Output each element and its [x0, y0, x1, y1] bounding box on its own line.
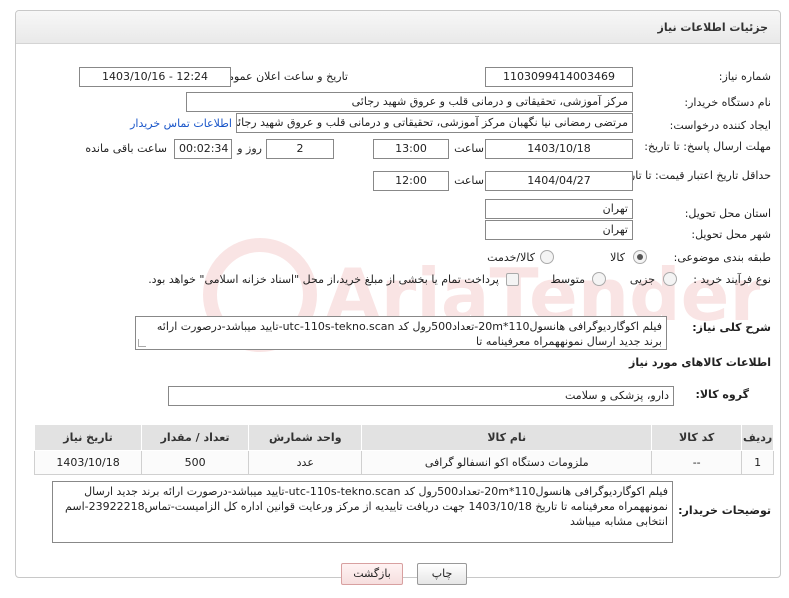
delivery-province-label: استان محل تحویل: — [684, 207, 771, 220]
buyer-notes-textarea[interactable]: فیلم اکوگاردیوگرافی هانسول110*20m-تعداد5… — [52, 481, 673, 543]
back-button[interactable]: بازگشت — [341, 563, 403, 585]
print-button[interactable]: چاپ — [417, 563, 467, 585]
price-validity-date-field: 1404/04/27 — [485, 171, 633, 191]
reply-days-field: 2 — [266, 139, 334, 159]
purchase-process-label: نوع فرآیند خرید : — [693, 273, 771, 286]
row-quantity: 500 — [141, 450, 250, 475]
col-row-header: ردیف — [741, 424, 774, 451]
resize-grip-icon[interactable] — [138, 339, 146, 347]
category-goods-service-radio[interactable] — [540, 250, 554, 264]
delivery-province-field: تهران — [485, 199, 633, 219]
reply-time-label: ساعت — [454, 142, 484, 155]
announce-datetime-label: تاریخ و ساعت اعلان عمومی: — [215, 70, 348, 83]
requester-label: ایجاد کننده درخواست: — [669, 119, 771, 132]
general-description-text: فیلم اکوگاردیوگرافی هانسول110*20m-تعداد5… — [156, 320, 662, 348]
buyer-notes-label: توضیحات خریدار: — [678, 504, 771, 517]
col-code-header: کد کالا — [651, 424, 743, 451]
need-number-field: 1103099414003469 — [485, 67, 633, 87]
remaining-label: ساعت باقی مانده — [85, 142, 167, 155]
reply-date-field: 1403/10/18 — [485, 139, 633, 159]
process-minor-radio[interactable] — [663, 272, 677, 286]
treasury-docs-checkbox[interactable] — [506, 273, 519, 286]
price-validity-time-field: 12:00 — [373, 171, 449, 191]
table-row[interactable]: 1 -- ملزومات دستگاه اکو انسفالو گرافی عد… — [33, 450, 774, 475]
col-date-header: تاریخ نیاز — [33, 424, 143, 451]
col-name-header: نام کالا — [361, 424, 653, 451]
goods-table-header-row: ردیف کد کالا نام کالا واحد شمارش تعداد /… — [33, 424, 774, 451]
col-unit-header: واحد شمارش — [248, 424, 363, 451]
row-unit: عدد — [248, 450, 363, 475]
days-label: روز و — [237, 142, 262, 155]
general-description-label: شرح کلی نیاز: — [692, 321, 771, 334]
buyer-contact-link[interactable]: اطلاعات تماس خریدار — [130, 117, 232, 130]
buyer-notes-text: فیلم اکوگاردیوگرافی هانسول110*20m-تعداد5… — [65, 485, 668, 528]
col-qty-header: تعداد / مقدار — [141, 424, 250, 451]
category-goods-radio[interactable] — [633, 250, 647, 264]
remaining-time-field: 00:02:34 — [174, 139, 232, 159]
row-goods-name: ملزومات دستگاه اکو انسفالو گرافی — [361, 450, 653, 475]
requester-field: مرتضی رمضانی نیا نگهبان مرکز آموزشی، تحق… — [236, 113, 633, 133]
process-medium-label: متوسط — [550, 273, 585, 286]
delivery-city-field: تهران — [485, 220, 633, 240]
category-goods-label: کالا — [610, 251, 625, 264]
row-need-date: 1403/10/18 — [33, 450, 143, 475]
treasury-docs-note: پرداخت تمام یا بخشی از مبلغ خرید،از محل … — [148, 273, 499, 286]
category-goods-service-label: کالا/خدمت — [487, 251, 535, 264]
buyer-org-field: مرکز آموزشی، تحقیقاتی و درمانی قلب و عرو… — [186, 92, 633, 112]
process-minor-label: جزیی — [629, 273, 655, 286]
row-goods-code: -- — [651, 450, 743, 475]
price-validity-label: حداقل تاریخ اعتبار قیمت: تا تاریخ: — [616, 169, 771, 182]
panel-title: جزئیات اطلاعات نیاز — [16, 11, 780, 44]
goods-info-title: اطلاعات کالاهای مورد نیاز — [629, 356, 771, 369]
announce-datetime-field: 1403/10/16 - 12:24 — [79, 67, 231, 87]
goods-table: ردیف کد کالا نام کالا واحد شمارش تعداد /… — [33, 424, 774, 475]
general-description-textarea[interactable]: فیلم اکوگاردیوگرافی هانسول110*20m-تعداد5… — [135, 316, 667, 350]
category-label: طبقه بندی موضوعی: — [673, 251, 771, 264]
buyer-org-label: نام دستگاه خریدار: — [684, 96, 771, 109]
process-medium-radio[interactable] — [592, 272, 606, 286]
need-number-label: شماره نیاز: — [718, 70, 771, 83]
goods-group-field: دارو، پزشکی و سلامت — [168, 386, 674, 406]
row-number: 1 — [741, 450, 774, 475]
reply-deadline-label: مهلت ارسال پاسخ: تا تاریخ: — [644, 140, 771, 153]
delivery-city-label: شهر محل تحویل: — [691, 228, 771, 241]
reply-time-field: 13:00 — [373, 139, 449, 159]
goods-group-label: گروه کالا: — [695, 388, 749, 401]
price-validity-time-label: ساعت — [454, 174, 484, 187]
